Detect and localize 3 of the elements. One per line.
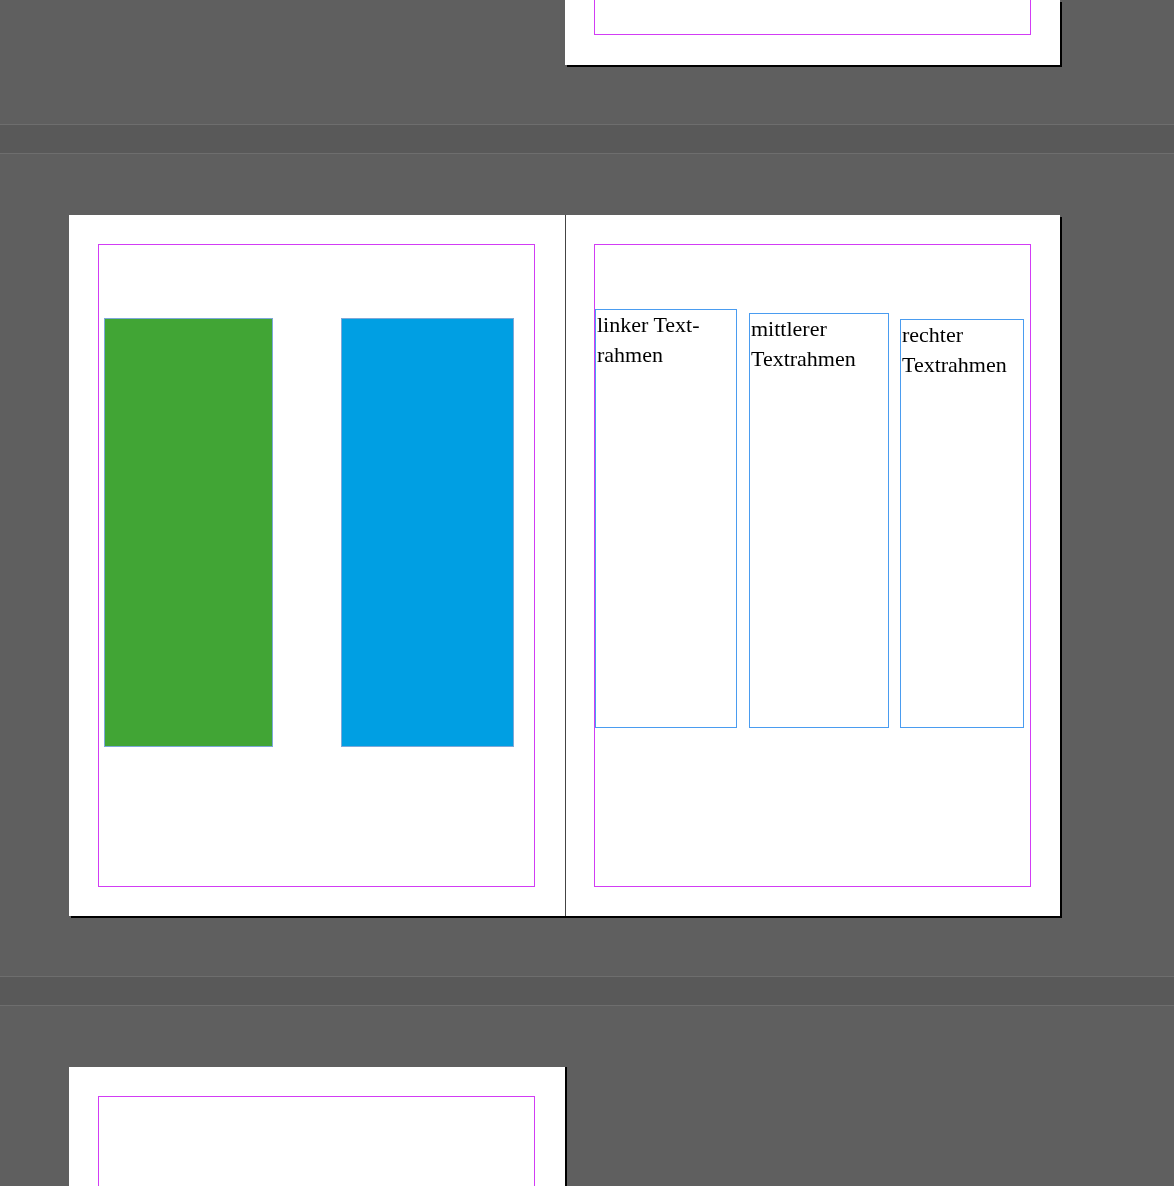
text-frame: mittlerer Textrahmen <box>749 313 889 728</box>
text-frame: linker Text- rahmen <box>595 309 737 728</box>
text-frame: rechter Textrahmen <box>900 319 1024 728</box>
